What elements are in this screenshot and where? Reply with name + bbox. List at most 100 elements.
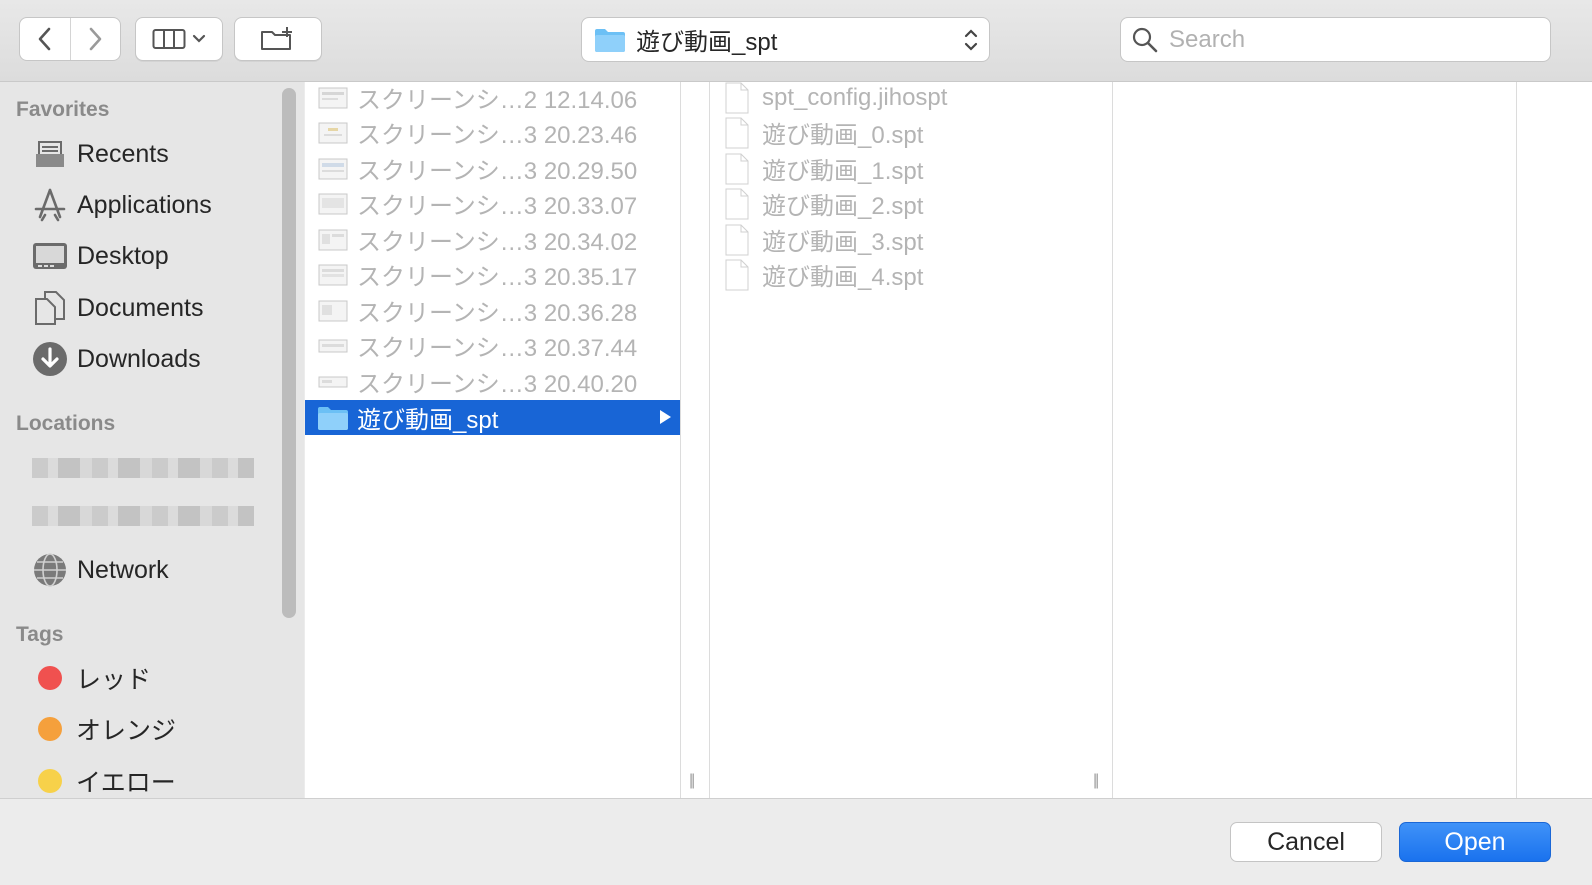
sidebar-scrollbar[interactable] (282, 88, 296, 618)
open-button[interactable]: Open (1399, 822, 1551, 862)
search-input[interactable] (1167, 24, 1531, 55)
documents-icon (30, 288, 70, 328)
sidebar-item-label: Network (77, 555, 169, 584)
file-name: 遊び動画_0.spt (762, 122, 924, 149)
list-item[interactable]: スクリーンシ…3 20.29.50 (305, 151, 680, 186)
screenshot-thumbnail-icon (317, 300, 349, 322)
file-name: スクリーンシ…3 20.23.46 (357, 122, 638, 149)
column-divider-1: || (681, 82, 709, 798)
list-item[interactable]: スクリーンシ…3 20.23.46 (305, 115, 680, 150)
list-item[interactable]: スクリーンシ…3 20.34.02 (305, 222, 680, 257)
sidebar-item-label: イエロー (76, 769, 176, 797)
locations-heading: Locations (16, 412, 116, 435)
sidebar-item-network[interactable]: Network (30, 548, 280, 592)
file-name: スクリーンシ…3 20.40.20 (357, 371, 638, 398)
screenshot-thumbnail-icon (317, 122, 349, 144)
screenshot-thumbnail-icon (317, 158, 349, 180)
sidebar-item-documents[interactable]: Documents (30, 286, 280, 330)
screenshot-thumbnail-icon (317, 264, 349, 286)
list-item[interactable]: スクリーンシ…3 20.36.28 (305, 293, 680, 328)
list-item[interactable]: 遊び動画_3.spt (710, 222, 1085, 257)
document-icon (724, 188, 750, 220)
chevron-right-icon (89, 27, 102, 51)
list-item[interactable]: スクリーンシ…2 12.14.06 (305, 80, 680, 115)
chevron-left-icon (38, 27, 51, 51)
sidebar-item-recents[interactable]: Recents (30, 132, 280, 176)
sidebar-tag-orange[interactable]: オレンジ (30, 707, 280, 751)
orange-tag-dot (38, 717, 62, 741)
screenshot-thumbnail-icon (317, 229, 349, 251)
path-label: 遊び動画_spt (636, 29, 778, 56)
redacted-location-1[interactable] (32, 458, 254, 478)
file-name: スクリーンシ…3 20.36.28 (357, 300, 638, 327)
file-name: スクリーンシ…3 20.34.02 (357, 229, 638, 256)
screenshot-thumbnail-icon (317, 193, 349, 215)
column-divider-2: || (1085, 82, 1113, 798)
sidebar-item-label: Documents (77, 293, 204, 322)
path-popup-button[interactable]: 遊び動画_spt (581, 17, 990, 62)
applications-icon (30, 185, 70, 225)
sidebar-tag-yellow[interactable]: イエロー (30, 759, 280, 798)
list-item[interactable]: spt_config.jihospt (710, 80, 1085, 115)
browser-column-2: spt_config.jihospt 遊び動画_0.spt 遊び動画_1.spt… (709, 82, 1086, 798)
search-field[interactable] (1120, 17, 1551, 62)
selected-folder-row[interactable]: 遊び動画_spt (305, 400, 680, 435)
favorites-heading: Favorites (16, 98, 110, 121)
folder-icon (595, 28, 625, 52)
disclosure-arrow-icon (660, 410, 671, 424)
file-name: 遊び動画_1.spt (762, 158, 924, 185)
document-icon (724, 224, 750, 256)
folder-icon (317, 406, 349, 430)
view-mode-button[interactable] (135, 17, 223, 61)
column-view-icon (152, 29, 186, 49)
sidebar-item-applications[interactable]: Applications (30, 183, 280, 227)
sidebar-item-label: Applications (77, 190, 212, 219)
open-file-dialog: 遊び動画_spt Favorites Recents Applications (0, 0, 1592, 885)
list-item[interactable]: スクリーンシ…3 20.33.07 (305, 186, 680, 221)
navigation-buttons (19, 17, 121, 61)
sidebar: Favorites Recents Applications Desktop D… (0, 82, 304, 798)
document-icon (724, 117, 750, 149)
document-icon (724, 153, 750, 185)
list-item[interactable]: スクリーンシ…3 20.35.17 (305, 257, 680, 292)
file-name: スクリーンシ…3 20.37.44 (357, 335, 638, 362)
screenshot-thumbnail-icon (317, 87, 349, 109)
file-name: 遊び動画_4.spt (762, 264, 924, 291)
downloads-icon (30, 339, 70, 379)
sidebar-item-label: Recents (77, 139, 169, 168)
document-icon (724, 82, 750, 114)
screenshot-thumbnail-icon (317, 335, 349, 357)
up-down-chevron-icon (964, 29, 978, 51)
column-resize-handle[interactable]: || (689, 772, 695, 790)
list-item[interactable]: スクリーンシ…3 20.37.44 (305, 328, 680, 363)
file-name: スクリーンシ…3 20.29.50 (357, 158, 638, 185)
document-icon (724, 259, 750, 291)
file-name: スクリーンシ…2 12.14.06 (357, 87, 638, 114)
recents-icon (30, 134, 70, 174)
sidebar-item-label: Downloads (77, 344, 201, 373)
sidebar-item-downloads[interactable]: Downloads (30, 337, 280, 381)
list-item[interactable]: 遊び動画_0.spt (710, 115, 1085, 150)
browser-column-1: スクリーンシ…2 12.14.06 スクリーンシ…3 20.23.46 スクリー… (305, 82, 681, 798)
network-icon (30, 550, 70, 590)
sidebar-tag-red[interactable]: レッド (30, 656, 280, 700)
list-item[interactable]: 遊び動画_4.spt (710, 257, 1085, 292)
column-resize-handle[interactable]: || (1093, 772, 1099, 790)
forward-button[interactable] (71, 18, 121, 60)
new-folder-button[interactable] (234, 17, 322, 61)
list-item[interactable]: 遊び動画_1.spt (710, 151, 1085, 186)
toolbar: 遊び動画_spt (0, 0, 1592, 82)
sidebar-item-label: オレンジ (76, 717, 177, 745)
file-name: 遊び動画_3.spt (762, 229, 924, 256)
desktop-icon (30, 236, 70, 276)
chevron-down-icon (192, 34, 206, 43)
sidebar-item-desktop[interactable]: Desktop (30, 234, 280, 278)
browser-column-3 (1112, 82, 1490, 798)
redacted-location-2[interactable] (32, 506, 254, 526)
list-item[interactable]: 遊び動画_2.spt (710, 186, 1085, 221)
sidebar-item-label: Desktop (77, 241, 169, 270)
back-button[interactable] (20, 18, 71, 60)
list-item[interactable]: スクリーンシ…3 20.40.20 (305, 364, 680, 399)
browser-column-4 (1516, 82, 1592, 798)
cancel-button[interactable]: Cancel (1230, 822, 1382, 862)
